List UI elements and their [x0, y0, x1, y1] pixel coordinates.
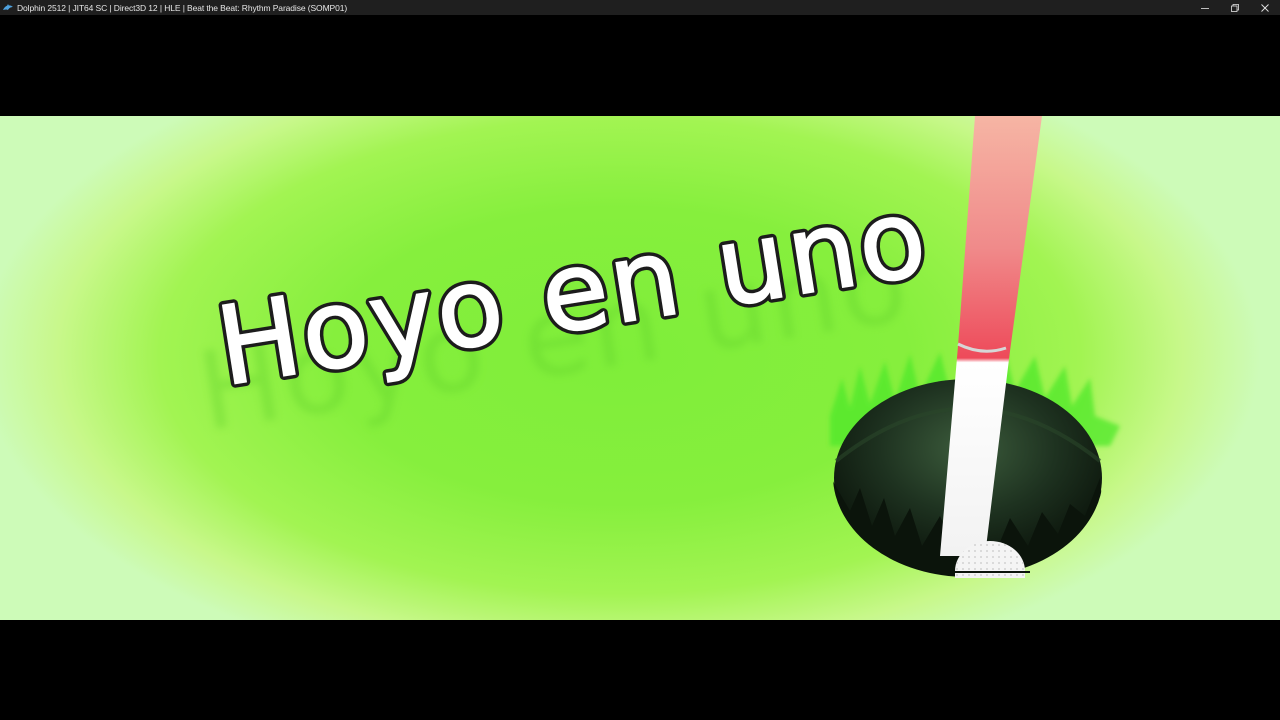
game-scene: Hoyo en uno Hoyo en uno Hoyo en uno	[0, 116, 1280, 620]
restore-button[interactable]	[1220, 0, 1250, 15]
close-button[interactable]	[1250, 0, 1280, 15]
restore-icon	[1231, 3, 1239, 12]
scene-illustration: Hoyo en uno Hoyo en uno Hoyo en uno	[190, 116, 1120, 578]
dolphin-icon	[2, 2, 14, 14]
game-viewport[interactable]: Hoyo en uno Hoyo en uno Hoyo en uno	[0, 15, 1280, 720]
window-controls	[1190, 0, 1280, 15]
minimize-icon	[1201, 7, 1209, 9]
window-title: Dolphin 2512 | JIT64 SC | Direct3D 12 | …	[17, 2, 348, 13]
minimize-button[interactable]	[1190, 0, 1220, 15]
close-icon	[1261, 3, 1269, 12]
window-titlebar[interactable]: Dolphin 2512 | JIT64 SC | Direct3D 12 | …	[0, 0, 1280, 15]
